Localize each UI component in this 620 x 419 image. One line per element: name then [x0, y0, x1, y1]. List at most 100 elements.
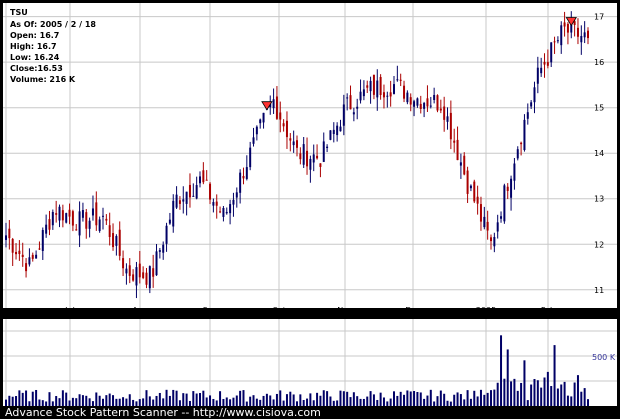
volume-bar	[463, 399, 466, 406]
candle-body	[162, 244, 165, 253]
volume-bar	[255, 398, 258, 406]
volume-bar	[386, 401, 389, 406]
symbol-label: TSU	[10, 8, 28, 17]
volume-bar	[142, 398, 145, 406]
candle-body	[372, 74, 375, 95]
candle-body	[75, 229, 78, 231]
volume-bar	[306, 398, 309, 406]
candle-body	[456, 139, 459, 161]
candle-body	[61, 210, 64, 221]
volume-bar	[21, 392, 24, 406]
volume-bar	[145, 390, 148, 406]
volume-bar	[182, 393, 185, 406]
candle-body	[168, 219, 171, 224]
candle-body	[18, 250, 21, 255]
volume-bar	[560, 384, 563, 406]
candle-body	[48, 219, 51, 230]
candle-body	[433, 94, 436, 100]
volume-bar	[556, 388, 559, 406]
candle-body	[202, 170, 205, 183]
volume-bar	[55, 396, 58, 406]
candle-body	[516, 149, 519, 159]
volume-bar	[540, 387, 543, 406]
volume-bar	[426, 395, 429, 406]
volume-bar	[81, 395, 84, 406]
candle-body	[309, 158, 312, 170]
price-panel	[3, 3, 617, 308]
volume-bar	[372, 394, 375, 406]
candle-body	[523, 119, 526, 151]
candle-body	[296, 140, 298, 148]
candle-body	[583, 32, 586, 38]
candle-body	[326, 146, 329, 149]
candle-body	[88, 220, 91, 229]
date-tick-label: Dec	[405, 306, 420, 315]
candle-body	[510, 178, 513, 198]
candle-body	[145, 272, 148, 285]
candle-body	[275, 96, 278, 119]
candle-body	[135, 267, 138, 286]
volume-bar	[476, 396, 479, 406]
volume-bar	[543, 377, 546, 406]
volume-bar	[125, 398, 128, 406]
volume-bar	[449, 401, 452, 406]
date-tick-label: Feb	[541, 306, 555, 315]
volume-bar	[118, 398, 121, 406]
date-tick-label: Nov	[337, 306, 353, 315]
volume-bar	[419, 392, 422, 406]
volume-bar	[446, 400, 449, 406]
volume-bar	[222, 398, 225, 406]
candle-body	[322, 141, 325, 162]
chart-window: 11 12 13 14 15 16 17 Jun Jul Aug Sep Oct Nov Dec 2005…	[0, 0, 620, 419]
open-label: Open: 16.7	[10, 31, 59, 40]
volume-bar	[326, 391, 329, 406]
candle-body	[316, 155, 319, 159]
volume-bar	[352, 392, 355, 406]
price-tick-label: 13	[594, 195, 604, 204]
volume-bar	[128, 394, 131, 406]
candle-body	[232, 199, 235, 205]
candle-body	[312, 154, 315, 163]
candle-body	[533, 87, 536, 103]
volume-bar	[289, 391, 292, 406]
volume-bar	[520, 382, 523, 406]
volume-bar	[329, 396, 332, 406]
volume-bar	[162, 398, 165, 406]
candle-body	[362, 89, 365, 97]
candle-body	[546, 62, 549, 66]
candle-body	[346, 97, 349, 99]
candle-body	[158, 250, 161, 252]
volume-bar	[516, 390, 519, 406]
volume-bar	[292, 394, 295, 406]
candle-body	[225, 211, 228, 214]
candle-body	[496, 222, 499, 232]
price-tick-label: 11	[594, 286, 604, 295]
candle-body	[58, 206, 61, 221]
volume-bar	[35, 389, 38, 406]
candle-body	[195, 185, 198, 199]
volume-bar	[403, 394, 406, 406]
volume-bar	[98, 395, 101, 406]
candle-body	[199, 176, 201, 184]
volume-bar	[573, 382, 576, 406]
volume-bar	[88, 398, 91, 406]
volume-bar	[550, 386, 553, 406]
candle-body	[359, 91, 362, 101]
volume-bar	[285, 394, 288, 406]
volume-bar	[469, 398, 472, 406]
candle-body	[152, 268, 155, 277]
candle-body	[396, 79, 399, 81]
volume-bar	[309, 393, 312, 406]
candle-body	[449, 112, 452, 140]
candle-body	[553, 41, 556, 43]
candle-body	[165, 225, 168, 244]
volume-bar	[75, 398, 78, 406]
candle-body	[5, 235, 7, 240]
volume-bar	[158, 392, 161, 406]
volume-bar	[102, 398, 104, 406]
candle-body	[118, 229, 121, 256]
candle-body	[376, 80, 379, 98]
candle-body	[105, 218, 108, 221]
volume-bar	[185, 393, 188, 406]
candle-body	[91, 208, 94, 216]
